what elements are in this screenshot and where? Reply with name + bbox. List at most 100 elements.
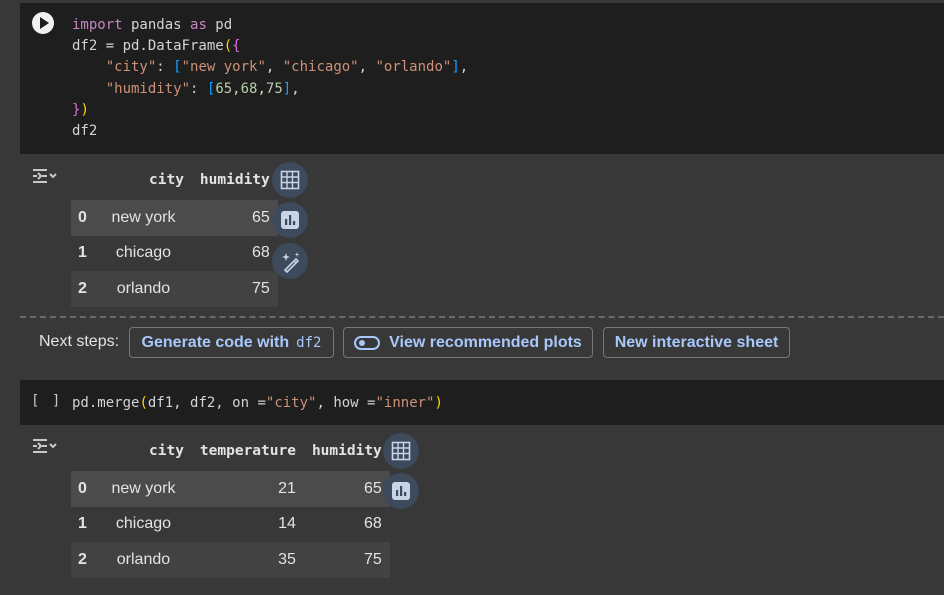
code-line: df2 [72, 121, 468, 142]
row-index: 1 [71, 235, 95, 271]
column-header-temperature: temperature [199, 443, 296, 459]
code-token: : [190, 80, 207, 97]
code-line: }) [72, 100, 468, 121]
code-token: "inner" [375, 395, 435, 411]
cell-humidity: 65 [303, 471, 390, 507]
code-token: "city" [265, 395, 317, 411]
dataframe-table-2: city temperature humidity 0 new york 21 … [71, 431, 390, 578]
magic-wand-icon [282, 252, 300, 273]
code-token: df2 [72, 123, 98, 140]
code-line: df2 = pd.DataFrame({ [72, 36, 468, 57]
generate-code-magic-button[interactable] [272, 243, 308, 279]
convert-to-interactive-button[interactable] [272, 162, 308, 198]
code-token: 68 [240, 80, 258, 97]
cell-temperature: 14 [191, 506, 304, 542]
code-line: pd.merge(df1, df2, on ="city", how ="inn… [72, 393, 443, 414]
table-row: 1 chicago 68 [71, 235, 278, 271]
code-token: 65 [215, 80, 233, 97]
code-token: "new york" [181, 59, 266, 76]
column-header-humidity: humidity [199, 172, 270, 188]
table-row: 1 chicago 14 68 [71, 506, 390, 542]
code-token: "city" [105, 59, 157, 76]
code-token: ( [139, 395, 148, 411]
code-token: , [291, 80, 300, 97]
code-token: , how = [316, 395, 376, 411]
code-editor-1[interactable]: import pandas as pd df2 = pd.DataFrame({ … [72, 15, 468, 142]
code-token: , [459, 59, 469, 76]
table-row: 0 new york 21 65 [71, 471, 390, 507]
code-token: ] [282, 80, 292, 97]
code-token: "chicago" [282, 59, 359, 76]
output-actions-icon[interactable] [31, 436, 57, 456]
cell-city: chicago [95, 506, 192, 542]
code-token: as [190, 17, 207, 33]
table-icon [280, 170, 300, 190]
cell-city: orlando [95, 542, 192, 578]
view-recommended-plots-button[interactable]: View recommended plots [343, 327, 593, 358]
code-editor-2[interactable]: pd.merge(df1, df2, on ="city", how ="inn… [72, 393, 443, 414]
cell-humidity: 75 [191, 271, 278, 307]
table-icon [391, 441, 411, 461]
code-token: , [358, 59, 376, 76]
dataframe-table-1: city humidity 0 new york 65 1 chicago 68… [71, 160, 278, 307]
code-cell-1[interactable]: import pandas as pd df2 = pd.DataFrame({ … [20, 3, 944, 154]
row-index: 2 [71, 271, 95, 307]
code-line: "city": ["new york", "chicago", "orlando… [72, 57, 468, 78]
row-index: 0 [71, 200, 95, 236]
table-row: 2 orlando 75 [71, 271, 278, 307]
code-token: , [232, 80, 241, 97]
code-token: "orlando" [375, 59, 452, 76]
suggest-charts-button[interactable] [383, 473, 419, 509]
code-token: df2 = pd.DataFrame [72, 38, 224, 55]
run-cell-button[interactable] [32, 12, 54, 34]
output-actions-icon[interactable] [31, 166, 57, 186]
index-header [71, 431, 95, 471]
code-token: : [156, 59, 174, 76]
cell-city: new york [95, 200, 192, 236]
code-token: [ [173, 59, 182, 76]
code-token: import [72, 17, 123, 33]
row-index: 0 [71, 471, 95, 507]
code-line: "humidity": [65,68,75], [72, 79, 468, 100]
generate-code-variable: df2 [296, 334, 322, 351]
table-row: 0 new york 65 [71, 200, 278, 236]
bar-chart-icon [281, 211, 299, 229]
code-token: , [257, 80, 266, 97]
bar-chart-icon [392, 482, 410, 500]
convert-to-interactive-button[interactable] [383, 433, 419, 469]
code-line: import pandas as pd [72, 15, 468, 36]
code-token: ) [80, 101, 89, 118]
code-token: pd [206, 17, 233, 33]
cell-humidity: 75 [303, 542, 390, 578]
cell-city: orlando [95, 271, 192, 307]
code-token: { [232, 38, 241, 55]
toggle-icon [354, 335, 381, 350]
view-plots-label: View recommended plots [389, 333, 582, 351]
cell-humidity: 68 [303, 506, 390, 542]
column-header-city: city [149, 443, 184, 459]
code-token: ( [223, 38, 233, 55]
column-header-city: city [149, 172, 184, 188]
index-header [71, 160, 95, 200]
execution-count-bracket[interactable]: [ ] [31, 393, 62, 409]
code-token: pd.merge [72, 395, 140, 411]
code-token: df1, df2, on = [147, 395, 266, 411]
new-sheet-label: New interactive sheet [614, 333, 779, 351]
generate-code-label: Generate code with [141, 333, 290, 351]
column-header-humidity: humidity [311, 443, 382, 459]
generate-code-button[interactable]: Generate code with df2 [129, 327, 334, 358]
row-index: 1 [71, 506, 95, 542]
code-token: pandas [122, 17, 191, 33]
cell-humidity: 68 [191, 235, 278, 271]
cell-city: chicago [95, 235, 192, 271]
next-steps-label: Next steps: [39, 333, 120, 350]
code-cell-2[interactable]: [ ] pd.merge(df1, df2, on ="city", how =… [20, 380, 944, 425]
row-index: 2 [71, 542, 95, 578]
output-separator [20, 316, 944, 318]
new-interactive-sheet-button[interactable]: New interactive sheet [603, 327, 790, 358]
cell-humidity: 65 [191, 200, 278, 236]
code-token: , [265, 59, 283, 76]
suggest-charts-button[interactable] [272, 202, 308, 238]
